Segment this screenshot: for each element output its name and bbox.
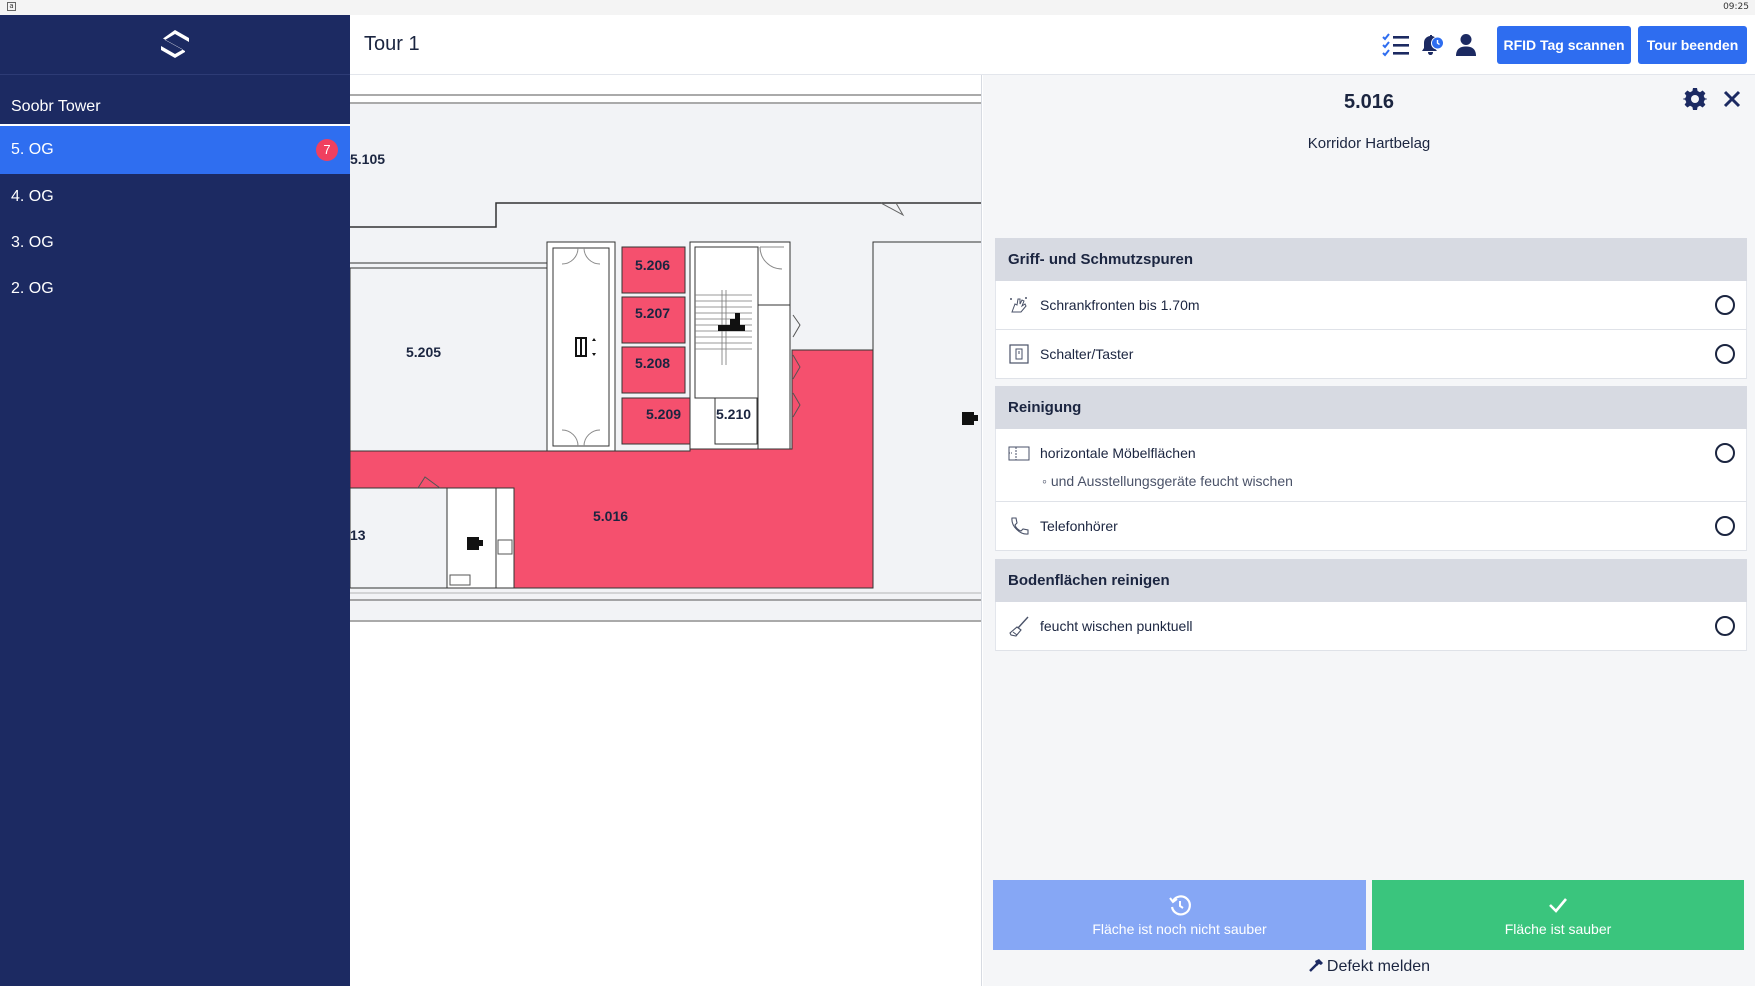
top-bar: Tour 1 RFID Tag scannen Tour beenden (350, 15, 1755, 75)
bell-clock-icon[interactable] (1416, 30, 1446, 60)
room-label[interactable]: 13 (350, 527, 366, 543)
floor-item-5-og[interactable]: 5. OG 7 (0, 126, 350, 174)
phone-icon (1011, 517, 1029, 535)
task-label: Schrankfronten bis 1.70m (1040, 297, 1200, 313)
task-item[interactable]: horizontale Möbelflächen ◦ und Ausstellu… (995, 429, 1747, 502)
page-title: Tour 1 (364, 33, 420, 55)
logo (0, 15, 350, 75)
hand-smudge-icon (1010, 297, 1027, 313)
building-name: Soobr Tower (0, 75, 350, 126)
task-label: Schalter/Taster (1040, 346, 1134, 362)
clean-button[interactable]: Fläche ist sauber (1372, 880, 1744, 950)
task-label: horizontale Möbelflächen (1040, 445, 1196, 461)
room-label[interactable]: 5.207 (635, 305, 670, 321)
section-title: Griff- und Schmutzspuren (995, 238, 1747, 281)
task-subnote: ◦ und Ausstellungsgeräte feucht wischen (1042, 473, 1293, 489)
task-checkbox[interactable] (1715, 443, 1735, 463)
room-label[interactable]: 5.209 (646, 406, 681, 422)
room-label[interactable]: 5.016 (593, 508, 628, 524)
task-item[interactable]: Telefonhörer (995, 502, 1747, 551)
room-label[interactable]: 5.205 (406, 344, 441, 360)
user-icon[interactable] (1451, 30, 1481, 60)
gear-icon[interactable] (1683, 87, 1709, 113)
floor-label: 2. OG (11, 280, 54, 297)
room-detail-panel: 5.016 Korridor Hartbelag Griff- und Schm… (983, 75, 1755, 986)
task-checkbox[interactable] (1715, 295, 1735, 315)
furniture-surface-icon (1008, 446, 1030, 461)
history-icon (1168, 895, 1191, 916)
floor-label: 5. OG (11, 141, 54, 158)
room-label[interactable]: 5.210 (716, 406, 751, 422)
room-label[interactable]: 5.208 (635, 355, 670, 371)
section-title: Reinigung (995, 386, 1747, 429)
switch-icon (1009, 344, 1029, 364)
mop-icon (1009, 616, 1029, 637)
checklist-icon[interactable] (1381, 30, 1411, 60)
floor-plan-map[interactable]: 5.105 5.205 5.206 5.207 5.208 5.209 5.21… (350, 75, 982, 986)
not-clean-button[interactable]: Fläche ist noch nicht sauber (993, 880, 1366, 950)
task-label: Telefonhörer (1040, 518, 1118, 534)
floor-item-3-og[interactable]: 3. OG (0, 220, 350, 266)
soobr-logo-icon (161, 29, 189, 58)
defect-label: Defekt melden (1326, 958, 1431, 975)
task-count-badge: 7 (316, 139, 338, 161)
task-section: Griff- und Schmutzspuren Schrankfronten … (995, 238, 1747, 379)
task-item[interactable]: Schalter/Taster (995, 330, 1747, 379)
floor-plan-canvas (350, 75, 981, 986)
app-indicator: a (7, 2, 16, 11)
task-checkbox[interactable] (1715, 616, 1735, 636)
floor-item-4-og[interactable]: 4. OG (0, 174, 350, 220)
task-section: Bodenflächen reinigen feucht wischen pun… (995, 559, 1747, 651)
sidebar: Soobr Tower 5. OG 7 4. OG 3. OG 2. OG (0, 15, 350, 986)
floor-label: 3. OG (11, 234, 54, 251)
task-checkbox[interactable] (1715, 344, 1735, 364)
clock: 09:25 (1723, 2, 1749, 12)
task-item[interactable]: Schrankfronten bis 1.70m (995, 281, 1747, 330)
room-label[interactable]: 5.105 (350, 151, 385, 167)
task-section: Reinigung horizontale Möbelflächen ◦ und… (995, 386, 1747, 551)
floor-item-2-og[interactable]: 2. OG (0, 266, 350, 312)
room-type: Korridor Hartbelag (1307, 135, 1431, 152)
not-clean-label: Fläche ist noch nicht sauber (1092, 921, 1267, 937)
rfid-scan-button[interactable]: RFID Tag scannen (1497, 26, 1631, 64)
room-number: 5.016 (1343, 91, 1395, 113)
room-label[interactable]: 5.206 (635, 257, 670, 273)
task-item[interactable]: feucht wischen punktuell (995, 602, 1747, 651)
checkmark-icon (1549, 898, 1567, 913)
section-title: Bodenflächen reinigen (995, 559, 1747, 602)
end-tour-button[interactable]: Tour beenden (1638, 26, 1747, 64)
floor-label: 4. OG (11, 188, 54, 205)
system-status-bar: a 09:25 (0, 0, 1755, 15)
report-defect-link[interactable]: Defekt melden (983, 957, 1755, 976)
close-icon[interactable] (1720, 87, 1746, 113)
task-checkbox[interactable] (1715, 516, 1735, 536)
task-label: feucht wischen punktuell (1040, 618, 1193, 634)
hammer-icon (1309, 959, 1323, 972)
clean-label: Fläche ist sauber (1504, 921, 1612, 937)
